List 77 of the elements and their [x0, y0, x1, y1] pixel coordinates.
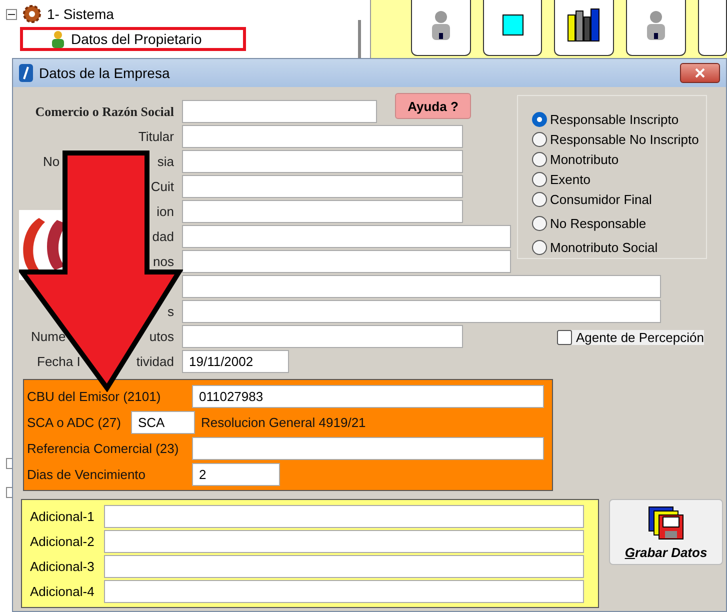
radio-button[interactable] [532, 132, 547, 147]
field-label: Comercio o Razón Social [35, 104, 174, 120]
toolbar-button[interactable] [626, 0, 686, 56]
field-label: CBU del Emisor (2101) [27, 388, 162, 404]
window-title: Datos de la Empresa [39, 65, 171, 81]
text-field[interactable]: 011027983 [192, 384, 544, 408]
collapse-icon[interactable] [6, 8, 17, 20]
radio-label: Responsable No Inscripto [550, 132, 699, 147]
radio-button[interactable] [532, 240, 547, 255]
field-label: SCA o ADC (27) [27, 414, 122, 430]
scrollbar-thumb[interactable] [358, 20, 361, 60]
radio-label: Responsable Inscripto [550, 112, 679, 127]
field-label: Fecha I [37, 354, 80, 369]
close-icon [695, 68, 705, 78]
text-field[interactable]: 2 [192, 462, 280, 486]
field-label: Adicional-3 [30, 558, 96, 574]
toolbar-button[interactable] [698, 0, 727, 56]
text-field[interactable] [182, 300, 661, 323]
checkbox-label: Agente de Percepción [576, 330, 704, 345]
tree-item[interactable]: 1- Sistema [47, 6, 114, 22]
checkbox[interactable] [557, 330, 572, 345]
gear-icon [23, 5, 41, 23]
radio-button[interactable] [532, 216, 547, 231]
books-icon [566, 7, 602, 43]
square-icon [502, 14, 524, 36]
text-field[interactable] [182, 100, 377, 123]
toolbar-button[interactable] [482, 0, 542, 56]
radio-button[interactable] [532, 172, 547, 187]
person-icon [51, 30, 65, 48]
radio-button[interactable] [532, 192, 547, 207]
field-label: Cuit [150, 179, 174, 194]
text-field[interactable]: SCA [131, 410, 195, 434]
field-label: s [168, 304, 174, 319]
toolbar-button[interactable] [411, 0, 471, 56]
save-button[interactable]: Grabar Datos [609, 499, 723, 565]
toolbar-button[interactable] [554, 0, 614, 56]
app-icon [19, 64, 33, 82]
text-field[interactable] [182, 225, 511, 248]
text-field[interactable] [182, 325, 463, 348]
field-label: Adicional-1 [30, 508, 96, 524]
radio-button[interactable] [532, 112, 547, 127]
text-field[interactable] [104, 554, 584, 578]
field-label: tividad [136, 354, 174, 369]
text-field[interactable] [182, 275, 661, 298]
field-label: Dias de Vencimiento [27, 466, 147, 482]
text-field[interactable] [182, 200, 463, 223]
field-label: dad [152, 229, 174, 244]
radio-label: Monotributo [550, 152, 619, 167]
note-text: Resolucion General 4919/21 [201, 414, 366, 430]
text-field[interactable] [182, 150, 463, 173]
text-field[interactable] [182, 125, 463, 148]
field-label: Referencia Comercial (23) [27, 440, 180, 456]
text-field[interactable] [192, 436, 544, 460]
date-field[interactable]: 19/11/2002 [182, 350, 289, 373]
field-label: sia [157, 154, 174, 169]
floppy-disks-icon [647, 504, 685, 540]
radio-label: No Responsable [550, 216, 646, 231]
close-button[interactable] [680, 63, 720, 83]
field-label: nos [153, 254, 174, 269]
field-label: Adicional-4 [30, 584, 96, 598]
tree-item[interactable]: Datos del Propietario [71, 31, 202, 47]
field-label: Nume [31, 329, 66, 344]
radio-label: Exento [550, 172, 590, 187]
field-label: utos [149, 329, 174, 344]
field-label: Adicional-2 [30, 534, 96, 548]
text-field[interactable] [104, 580, 584, 602]
field-label: ion [156, 204, 174, 219]
radio-label: Monotributo Social [550, 240, 658, 255]
help-button[interactable]: Ayuda ? [395, 93, 471, 119]
text-field[interactable] [104, 530, 584, 552]
field-label: No [43, 154, 60, 169]
radio-label: Consumidor Final [550, 192, 652, 207]
text-field[interactable] [182, 175, 463, 198]
radio-button[interactable] [532, 152, 547, 167]
text-field[interactable] [104, 504, 584, 528]
field-label: Titular [138, 129, 174, 144]
text-field[interactable] [182, 250, 511, 273]
